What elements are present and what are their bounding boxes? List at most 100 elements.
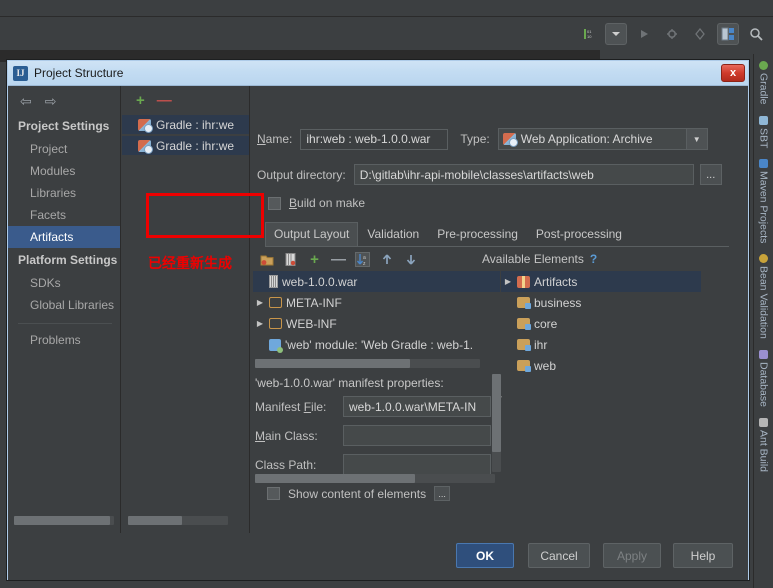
expander-icon[interactable]: ▶	[255, 319, 265, 328]
manifest-file-input[interactable]: web-1.0.0.war\META-IN	[343, 396, 491, 417]
search-icon[interactable]	[745, 23, 767, 45]
sidebar-item-libraries[interactable]: Libraries	[8, 182, 120, 204]
sort-az-icon[interactable]: az	[355, 251, 370, 267]
name-input[interactable]: ihr:web : web-1.0.0.war	[300, 128, 449, 150]
manifest-title: 'web-1.0.0.war' manifest properties:	[255, 376, 444, 390]
tab-output-layout[interactable]: Output Layout	[265, 222, 359, 246]
add-copy-icon[interactable]: +	[307, 252, 322, 267]
close-icon[interactable]: x	[721, 64, 745, 82]
rail-tab-ant-build[interactable]: Ant Build	[756, 415, 772, 480]
rail-tab-label: SBT	[757, 127, 770, 148]
ide-toolbar-icon-group: 01 10	[577, 22, 767, 46]
artifact-label: Gradle : ihr:we	[156, 138, 235, 153]
add-archive-icon[interactable]	[283, 252, 298, 267]
sidebar-item-problems[interactable]: Problems	[8, 324, 120, 351]
sidebar-item-sdks[interactable]: SDKs	[8, 272, 120, 294]
manifest-vertical-scrollbar[interactable]	[492, 374, 501, 472]
add-artifact-icon[interactable]: +	[136, 93, 145, 108]
nav-horizontal-scrollbar[interactable]	[14, 516, 114, 525]
move-down-icon[interactable]	[403, 252, 418, 267]
tree-row-meta-inf[interactable]: ▶ META-INF	[253, 292, 500, 313]
sidebar-item-global-libraries[interactable]: Global Libraries	[8, 294, 120, 316]
svg-text:10: 10	[587, 34, 592, 39]
sidebar-item-facets[interactable]: Facets	[8, 204, 120, 226]
remove-artifact-icon[interactable]: —	[157, 93, 172, 108]
type-select[interactable]: Web Application: Archive ▼	[497, 128, 708, 150]
tree-row-core[interactable]: ▶ core	[501, 313, 701, 334]
tree-row-label: core	[534, 316, 558, 331]
tab-post-processing[interactable]: Post-processing	[527, 222, 631, 246]
class-path-input[interactable]	[343, 454, 491, 475]
manifest-file-label: Manifest File:	[255, 399, 327, 414]
run-config-dropdown-icon[interactable]	[605, 23, 627, 45]
build-on-make-row[interactable]: Build on make	[268, 196, 365, 210]
tree-row-war[interactable]: ▶ web-1.0.0.war	[253, 271, 500, 292]
artifact-label: Gradle : ihr:we	[156, 117, 235, 132]
sidebar-item-project[interactable]: Project	[8, 138, 120, 160]
annotation-text: 已经重新生成	[148, 256, 232, 272]
arrow-left-icon[interactable]: ⇦	[20, 94, 32, 108]
arrow-right-icon[interactable]: ⇨	[45, 94, 57, 108]
project-structure-icon[interactable]	[717, 23, 739, 45]
move-up-icon[interactable]	[379, 252, 394, 267]
output-tree-horizontal-scrollbar[interactable]	[255, 359, 480, 368]
show-content-checkbox[interactable]	[267, 487, 280, 500]
output-layout-toolbar: + — az Available Elements ?	[255, 248, 597, 270]
manifest-horizontal-scrollbar[interactable]	[255, 474, 495, 483]
tree-row-web-module[interactable]: 'web' module: 'Web Gradle : web-1.	[253, 334, 500, 355]
manifest-scrollbar-thumb[interactable]	[492, 374, 501, 452]
sidebar-item-modules[interactable]: Modules	[8, 160, 120, 182]
rail-tab-label: Database	[757, 362, 770, 408]
project-structure-dialog: IJ Project Structure x ⇦ ⇨ Project Setti…	[7, 60, 749, 580]
tab-validation[interactable]: Validation	[358, 222, 428, 246]
tree-row-ihr[interactable]: ▶ ihr	[501, 334, 701, 355]
dialog-body: ⇦ ⇨ Project Settings Project Modules Lib…	[8, 86, 748, 580]
rail-tab-bean-validation[interactable]: Bean Validation	[756, 251, 772, 347]
artifacts-icon	[517, 275, 530, 288]
expander-icon[interactable]: ▶	[255, 298, 265, 307]
artifact-list-scrollbar-thumb[interactable]	[128, 516, 182, 525]
rail-tab-sbt[interactable]: SBT	[756, 113, 772, 156]
main-class-input[interactable]	[343, 425, 491, 446]
artifact-list-horizontal-scrollbar[interactable]	[128, 516, 228, 525]
rail-tab-label: Ant Build	[757, 430, 770, 473]
rail-tab-database[interactable]: Database	[756, 347, 772, 415]
output-directory-input[interactable]: D:\gitlab\ihr-api-mobile\classes\artifac…	[353, 164, 694, 185]
manifest-h-scrollbar-thumb[interactable]	[255, 474, 415, 483]
artifact-details-panel: Name: ihr:web : web-1.0.0.war Type: Web …	[251, 86, 748, 533]
tree-row-business[interactable]: ▶ business	[501, 292, 701, 313]
cancel-button[interactable]: Cancel	[528, 543, 590, 568]
run-icon[interactable]	[633, 23, 655, 45]
type-value: Web Application: Archive	[520, 132, 653, 146]
sidebar-item-artifacts[interactable]: Artifacts	[8, 226, 120, 248]
help-button[interactable]: Help	[673, 543, 733, 568]
chevron-down-icon[interactable]: ▼	[685, 129, 707, 149]
debug-variables-icon[interactable]: 01 10	[577, 23, 599, 45]
add-directory-icon[interactable]	[259, 252, 274, 267]
show-content-options-button[interactable]: ...	[434, 486, 451, 501]
tree-row-web[interactable]: ▶ web	[501, 355, 701, 376]
show-content-row[interactable]: Show content of elements ...	[267, 486, 451, 501]
expander-icon[interactable]: ▶	[503, 277, 513, 286]
help-icon[interactable]: ?	[590, 252, 597, 266]
browse-output-directory-button[interactable]: ...	[699, 164, 722, 185]
nav-scrollbar-thumb[interactable]	[14, 516, 110, 525]
rail-tab-gradle[interactable]: Gradle	[756, 58, 772, 113]
settings-nav-panel: ⇦ ⇨ Project Settings Project Modules Lib…	[8, 86, 121, 533]
available-elements-header: Available Elements ?	[482, 252, 597, 266]
coverage-icon[interactable]	[689, 23, 711, 45]
output-tree-scrollbar-thumb[interactable]	[255, 359, 410, 368]
tree-row-web-inf[interactable]: ▶ WEB-INF	[253, 313, 500, 334]
ok-button[interactable]: OK	[456, 543, 514, 568]
list-item[interactable]: Gradle : ihr:we	[122, 136, 249, 155]
nav-history-buttons: ⇦ ⇨	[8, 86, 120, 114]
apply-button[interactable]: Apply	[603, 543, 661, 568]
list-item[interactable]: Gradle : ihr:we	[122, 115, 249, 134]
build-on-make-checkbox[interactable]	[268, 196, 281, 210]
dialog-titlebar[interactable]: IJ Project Structure x	[8, 61, 748, 86]
tree-row-artifacts[interactable]: ▶ Artifacts	[501, 271, 701, 292]
tab-pre-processing[interactable]: Pre-processing	[428, 222, 527, 246]
debug-icon[interactable]	[661, 23, 683, 45]
remove-icon[interactable]: —	[331, 252, 346, 267]
rail-tab-maven-projects[interactable]: Maven Projects	[756, 156, 772, 251]
